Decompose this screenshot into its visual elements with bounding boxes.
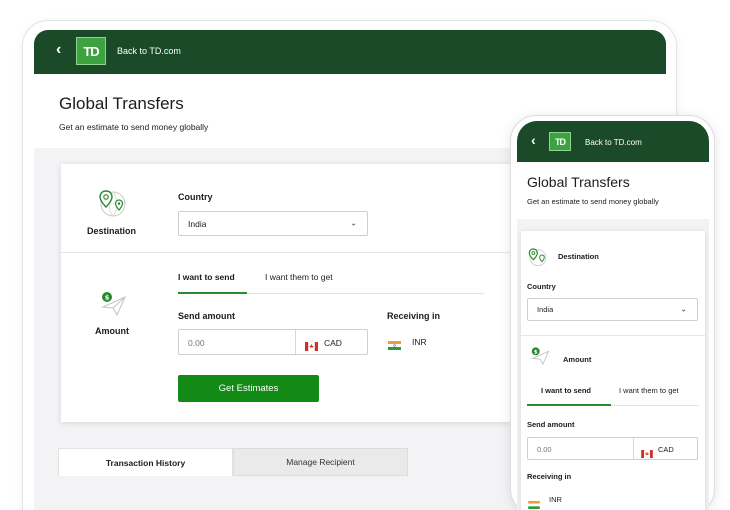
send-currency[interactable]: CAD — [324, 338, 342, 348]
estimate-card: Destination Country India ⌄ $ Amount I w… — [61, 164, 541, 422]
td-logo[interactable]: TD — [76, 37, 106, 65]
send-amount-input[interactable]: 0.00 CAD — [178, 329, 368, 355]
phone-paper-plane-icon: $ — [530, 347, 550, 372]
phone-india-flag-icon — [528, 496, 540, 510]
svg-text:$: $ — [534, 349, 538, 355]
phone-send-amount-input[interactable]: 0.00 CAD — [527, 437, 698, 460]
phone-send-amount-value: 0.00 — [537, 445, 552, 454]
tab-i-want-them-to-get[interactable]: I want them to get — [265, 272, 333, 282]
phone-location-pin-icon — [528, 247, 548, 272]
phone-destination-label: Destination — [558, 252, 599, 261]
phone-canada-flag-icon — [641, 445, 653, 463]
location-pin-icon — [98, 188, 128, 223]
phone-send-currency[interactable]: CAD — [658, 445, 674, 454]
page-subtitle: Get an estimate to send money globally — [59, 122, 209, 132]
phone-receiving-currency: INR — [549, 495, 562, 504]
country-select[interactable]: India ⌄ — [178, 211, 368, 236]
destination-label: Destination — [87, 226, 137, 236]
phone-country-label: Country — [527, 282, 556, 291]
phone-page-title: Global Transfers — [527, 174, 630, 190]
svg-text:$: $ — [105, 294, 110, 302]
country-value: India — [188, 218, 207, 229]
section-divider — [61, 252, 541, 253]
active-tab-indicator — [178, 292, 247, 294]
amount-label: Amount — [95, 326, 129, 336]
country-label: Country — [178, 192, 213, 202]
phone-back-to-td-link[interactable]: Back to TD.com — [585, 138, 642, 147]
page-title: Global Transfers — [59, 94, 184, 113]
phone-chevron-down-icon: ⌄ — [680, 304, 687, 314]
back-chevron-icon[interactable]: ‹ — [56, 41, 61, 59]
send-amount-label: Send amount — [178, 311, 236, 321]
india-flag-icon — [388, 337, 401, 355]
phone-send-amount-label: Send amount — [527, 420, 575, 429]
phone-td-logo[interactable]: TD — [549, 132, 571, 151]
send-amount-value: 0.00 — [188, 338, 205, 348]
phone-back-chevron-icon[interactable]: ‹ — [531, 132, 536, 148]
get-estimates-button[interactable]: Get Estimates — [178, 375, 319, 402]
phone-active-tab-indicator — [527, 404, 611, 406]
phone-country-value: India — [537, 305, 554, 314]
phone-amount-separator — [633, 438, 634, 459]
phone-estimate-card: Destination Country India ⌄ $ Amount I w… — [521, 231, 705, 510]
phone-amount-label: Amount — [563, 355, 592, 364]
canada-flag-icon — [305, 338, 318, 356]
phone-screen: ‹ TD Back to TD.com Global Transfers Get… — [517, 121, 709, 510]
phone-header: ‹ TD Back to TD.com — [517, 121, 709, 162]
paper-plane-icon: $ — [99, 291, 127, 324]
phone-receiving-in-label: Receiving in — [527, 472, 572, 481]
tab-manage-recipient[interactable]: Manage Recipient — [233, 448, 408, 476]
phone-tab-i-want-to-send[interactable]: I want to send — [541, 386, 591, 395]
receiving-in-label: Receiving in — [387, 311, 441, 321]
phone-country-select[interactable]: India ⌄ — [527, 298, 698, 321]
chevron-down-icon: ⌄ — [350, 218, 357, 228]
desktop-header: ‹ TD Back to TD.com — [34, 30, 666, 74]
tab-i-want-to-send[interactable]: I want to send — [178, 272, 235, 282]
receiving-currency: INR — [412, 337, 427, 347]
phone-tab-i-want-them-to-get[interactable]: I want them to get — [619, 386, 679, 395]
back-to-td-link[interactable]: Back to TD.com — [117, 46, 181, 56]
amount-separator — [295, 330, 296, 354]
tab-transaction-history[interactable]: Transaction History — [58, 448, 233, 476]
phone-section-divider — [521, 335, 705, 336]
phone-page-subtitle: Get an estimate to send money globally — [527, 197, 659, 206]
